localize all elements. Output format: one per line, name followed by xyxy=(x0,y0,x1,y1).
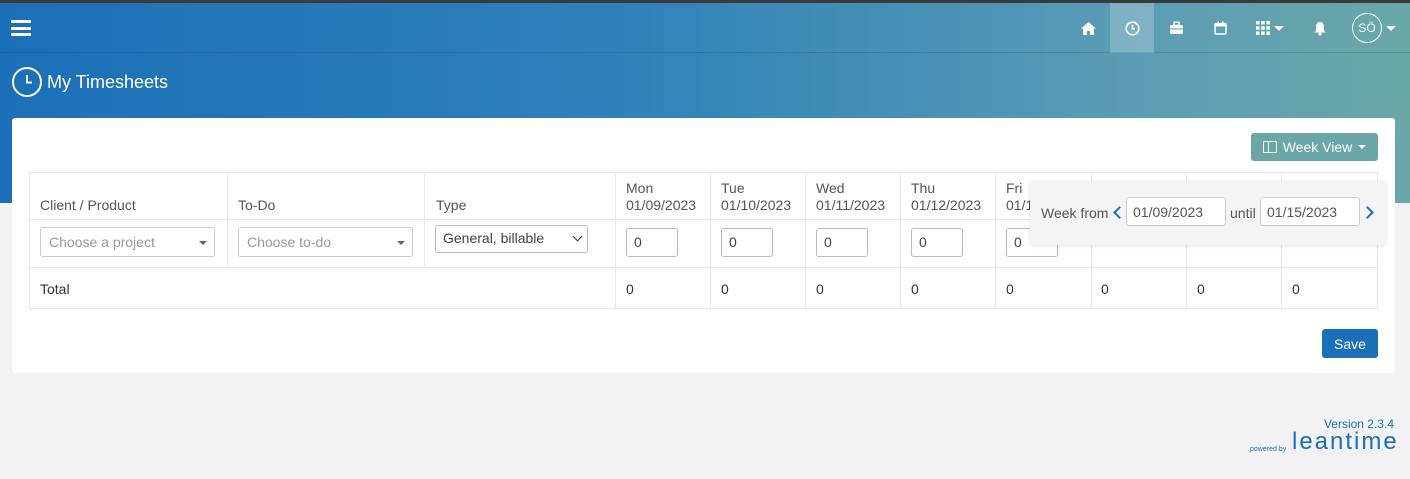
project-select-placeholder: Choose a project xyxy=(49,234,155,250)
header-day-name: Tue xyxy=(721,180,745,196)
chevron-down-icon xyxy=(1274,25,1284,31)
header-day-date: 01/11/2023 xyxy=(816,197,886,213)
menu-icon[interactable] xyxy=(11,20,31,36)
bell-icon[interactable] xyxy=(1298,3,1342,53)
todo-select-placeholder: Choose to-do xyxy=(247,234,332,250)
save-button[interactable]: Save xyxy=(1322,329,1378,358)
todo-select[interactable]: Choose to-do xyxy=(238,227,413,257)
total-value: 0 xyxy=(1101,281,1109,297)
timesheet-card xyxy=(12,118,1395,373)
clock-icon[interactable] xyxy=(1110,3,1154,53)
week-view-label: Week View xyxy=(1282,139,1353,155)
table-col-line xyxy=(29,172,30,309)
header-day-name: Wed xyxy=(816,180,845,196)
week-picker-popover: Week from 01/09/2023 until 01/15/2023 xyxy=(1030,181,1386,245)
table-col-line xyxy=(805,172,806,309)
chevron-down-icon xyxy=(199,241,207,245)
briefcase-icon[interactable] xyxy=(1154,3,1198,53)
grid-icon[interactable] xyxy=(1242,3,1298,53)
home-icon[interactable] xyxy=(1066,3,1110,53)
chevron-down-icon xyxy=(572,231,583,242)
week-from-input[interactable]: 01/09/2023 xyxy=(1126,197,1226,226)
chevron-left-icon[interactable] xyxy=(1113,206,1126,219)
table-col-line xyxy=(227,172,228,268)
hours-input-tue[interactable]: 0 xyxy=(721,228,773,257)
hours-input-wed[interactable]: 0 xyxy=(816,228,868,257)
week-from-label: Week from xyxy=(1041,205,1109,221)
until-label: until xyxy=(1230,205,1256,221)
hours-input-mon[interactable]: 0 xyxy=(626,228,678,257)
total-label: Total xyxy=(40,281,70,297)
chevron-down-icon xyxy=(397,241,405,245)
week-until-input[interactable]: 01/15/2023 xyxy=(1260,197,1360,226)
table-col-line xyxy=(900,172,901,309)
total-value: 0 xyxy=(911,281,919,297)
page-title: My Timesheets xyxy=(47,72,169,92)
header-type: Type xyxy=(436,197,467,213)
table-col-line xyxy=(995,172,996,309)
table-border-bottom xyxy=(29,308,1378,309)
table-border-top xyxy=(29,172,1378,173)
hours-input-thu[interactable]: 0 xyxy=(911,228,963,257)
calendar-icon[interactable] xyxy=(1198,3,1242,53)
avatar: SÖ xyxy=(1352,13,1382,43)
total-value: 0 xyxy=(1197,281,1205,297)
type-select-value: General, billable xyxy=(443,230,545,246)
total-value: 0 xyxy=(1006,281,1014,297)
header-day-date: 01/10/2023 xyxy=(721,197,792,213)
table-col-line xyxy=(710,172,711,309)
chevron-down-icon xyxy=(1358,145,1367,149)
user-menu[interactable]: SÖ xyxy=(1346,3,1402,53)
header-day-name: Mon xyxy=(626,180,654,196)
chevron-right-icon[interactable] xyxy=(1361,206,1374,219)
total-value: 0 xyxy=(816,281,824,297)
top-navbar: SÖ xyxy=(0,3,1410,53)
header-client-product: Client / Product xyxy=(40,197,136,213)
total-value: 0 xyxy=(721,281,729,297)
table-col-line xyxy=(424,172,425,268)
chevron-down-icon xyxy=(1386,25,1396,31)
total-value: 0 xyxy=(626,281,634,297)
header-day-date: 01/09/2023 xyxy=(626,197,697,213)
header-day-name: Fri xyxy=(1006,180,1023,196)
week-view-button[interactable]: Week View xyxy=(1251,133,1378,161)
header-day-name: Thu xyxy=(911,180,936,196)
powered-by-text: powered by xyxy=(1250,446,1287,453)
table-col-line xyxy=(615,172,616,309)
type-select[interactable]: General, billable xyxy=(435,225,588,253)
project-select[interactable]: Choose a project xyxy=(40,227,215,257)
clock-icon xyxy=(12,67,42,97)
header-day-date: 01/12/2023 xyxy=(911,197,982,213)
columns-icon xyxy=(1262,141,1277,153)
header-todo: To-Do xyxy=(238,197,276,213)
table-row-divider xyxy=(29,267,1378,268)
total-value: 0 xyxy=(1292,281,1300,297)
leantime-logo: leantime xyxy=(1292,428,1399,455)
